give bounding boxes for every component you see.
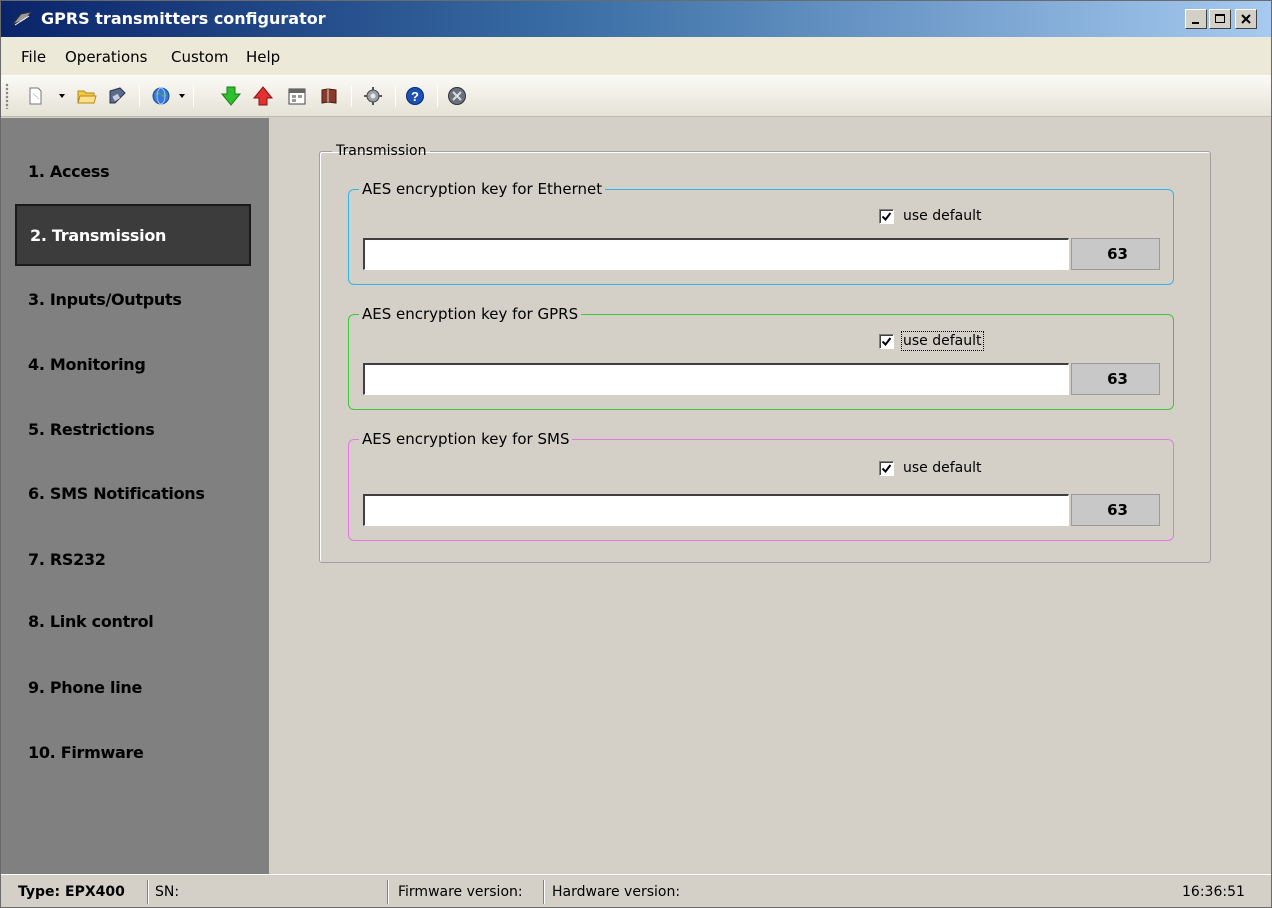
menu-custom[interactable]: Custom <box>171 48 228 66</box>
status-separator <box>147 880 149 904</box>
toolbar: ? <box>1 75 1271 117</box>
ethernet-key-length-counter: 63 <box>1071 238 1160 270</box>
title-bar[interactable]: GPRS transmitters configurator <box>1 1 1271 37</box>
status-separator <box>543 880 545 904</box>
menu-help[interactable]: Help <box>246 48 280 66</box>
checkbox-box[interactable] <box>879 208 894 224</box>
status-serial-number: SN: <box>155 884 180 900</box>
sms-use-default-checkbox[interactable]: use default <box>879 460 982 476</box>
toolbar-separator <box>437 85 438 107</box>
minimize-button[interactable] <box>1185 9 1207 29</box>
gprs-use-default-label[interactable]: use default <box>901 331 984 351</box>
new-dropdown-icon[interactable] <box>59 94 65 98</box>
menu-operations[interactable]: Operations <box>65 48 147 66</box>
toolbar-separator <box>395 85 396 107</box>
checkmark-icon <box>881 211 892 221</box>
sidebar-item-restrictions[interactable]: 5. Restrictions <box>15 398 251 460</box>
sms-key-title: AES encryption key for SMS <box>359 430 573 448</box>
menu-bar: File Operations Custom Help <box>1 37 1271 75</box>
maximize-button[interactable] <box>1209 9 1231 29</box>
upload-arrow-icon[interactable] <box>251 84 275 108</box>
window-title: GPRS transmitters configurator <box>41 9 326 28</box>
ethernet-key-title: AES encryption key for Ethernet <box>359 180 606 198</box>
app-icon <box>11 10 33 28</box>
connection-globe-icon[interactable] <box>149 84 173 108</box>
status-device-type: Type: EPX400 <box>18 884 125 900</box>
minimize-icon <box>1192 22 1199 24</box>
close-icon <box>1241 14 1251 24</box>
checkmark-icon <box>881 463 892 473</box>
sidebar-item-rs232[interactable]: 7. RS232 <box>15 528 251 590</box>
sidebar-item-sms-notifications[interactable]: 6. SMS Notifications <box>15 462 251 524</box>
sms-key-section: AES encryption key for SMS use default 6… <box>348 430 1174 541</box>
gprs-key-input[interactable] <box>363 363 1069 395</box>
sms-use-default-label[interactable]: use default <box>903 460 982 476</box>
gprs-key-length-counter: 63 <box>1071 363 1160 395</box>
ethernet-use-default-label[interactable]: use default <box>903 208 982 224</box>
sidebar-item-access[interactable]: 1. Access <box>15 140 251 202</box>
toolbar-separator <box>351 85 352 107</box>
sidebar-item-phone-line[interactable]: 9. Phone line <box>15 656 251 718</box>
sidebar-item-inputs-outputs[interactable]: 3. Inputs/Outputs <box>15 268 251 330</box>
maximize-icon <box>1215 14 1225 23</box>
disconnect-icon[interactable] <box>445 84 469 108</box>
checkbox-box[interactable] <box>879 460 894 476</box>
gprs-key-title: AES encryption key for GPRS <box>359 305 582 323</box>
calendar-icon[interactable] <box>285 84 309 108</box>
menu-file[interactable]: File <box>21 48 46 66</box>
app-window: GPRS transmitters configurator File Oper… <box>0 0 1272 908</box>
book-icon[interactable] <box>317 84 341 108</box>
sidebar-item-link-control[interactable]: 8. Link control <box>15 590 251 652</box>
status-separator <box>387 880 389 904</box>
close-button[interactable] <box>1235 9 1257 29</box>
sidebar-item-transmission[interactable]: 2. Transmission <box>15 204 251 266</box>
gprs-use-default-checkbox[interactable]: use default <box>879 331 984 351</box>
toolbar-separator <box>193 85 194 107</box>
status-bar: Type: EPX400 SN: Firmware version: Hardw… <box>1 874 1271 907</box>
sms-key-length-counter: 63 <box>1071 494 1160 526</box>
help-icon[interactable]: ? <box>403 84 427 108</box>
download-arrow-icon[interactable] <box>219 84 243 108</box>
checkbox-box[interactable] <box>879 333 894 349</box>
transmission-group-title: Transmission <box>336 143 427 159</box>
sms-key-input[interactable] <box>363 494 1069 526</box>
status-hardware-version: Hardware version: <box>552 884 681 900</box>
open-folder-icon[interactable] <box>75 84 99 108</box>
main-panel: Transmission AES encryption key for Ethe… <box>269 118 1271 874</box>
svg-text:?: ? <box>411 89 419 104</box>
toolbar-separator <box>139 85 140 107</box>
toolbar-grip[interactable] <box>5 83 9 109</box>
ethernet-use-default-checkbox[interactable]: use default <box>879 208 982 224</box>
ethernet-key-input[interactable] <box>363 238 1069 270</box>
checkmark-icon <box>881 336 892 346</box>
ethernet-key-section: AES encryption key for Ethernet use defa… <box>348 180 1174 285</box>
save-disk-icon[interactable] <box>105 84 129 108</box>
gprs-key-section: AES encryption key for GPRS use default … <box>348 305 1174 410</box>
sidebar-item-firmware[interactable]: 10. Firmware <box>15 721 251 783</box>
settings-gear-icon[interactable] <box>361 84 385 108</box>
sidebar-item-monitoring[interactable]: 4. Monitoring <box>15 333 251 395</box>
sidebar-nav: 1. Access 2. Transmission 3. Inputs/Outp… <box>1 118 269 874</box>
status-firmware-version: Firmware version: <box>398 884 523 900</box>
new-document-icon[interactable] <box>23 84 47 108</box>
status-clock: 16:36:51 <box>1182 884 1245 900</box>
connection-dropdown-icon[interactable] <box>179 94 185 98</box>
